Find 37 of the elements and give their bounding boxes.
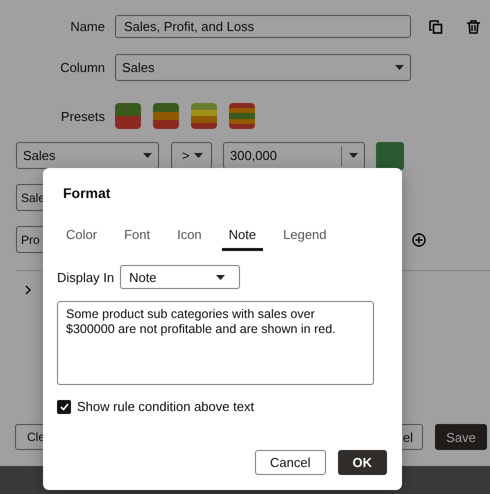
page-button[interactable]: Save <box>435 424 487 450</box>
dialog-title: Format <box>63 185 112 201</box>
dialog-button[interactable]: Cancel <box>255 450 326 475</box>
delete-icon[interactable] <box>467 20 480 34</box>
field-label: Column <box>59 60 105 75</box>
caret-icon <box>194 153 203 158</box>
tab[interactable]: Icon <box>170 227 209 251</box>
color-swatch[interactable] <box>376 142 404 170</box>
name-field[interactable]: Sales, Profit, and Loss <box>115 15 411 38</box>
chevron-right-icon[interactable] <box>25 285 31 295</box>
dialog-button[interactable]: OK <box>338 450 387 475</box>
tab[interactable]: Note <box>222 227 264 251</box>
preset-swatch[interactable] <box>229 103 255 129</box>
display-in-select[interactable]: Note <box>120 265 240 289</box>
preset-swatch[interactable] <box>191 103 217 129</box>
tab[interactable]: Font <box>117 227 158 251</box>
value-combobox[interactable]: 300,000 <box>223 142 365 169</box>
check-icon <box>60 402 68 410</box>
caret-icon <box>216 274 226 280</box>
caret-icon <box>143 153 152 158</box>
checkbox-label: Show rule condition above text <box>77 399 254 414</box>
caret-icon <box>349 153 358 158</box>
column-select[interactable]: Sales <box>115 54 411 81</box>
caret-icon <box>395 65 404 70</box>
add-icon[interactable] <box>412 233 426 247</box>
field-label: Display In <box>57 270 114 284</box>
preset-swatch[interactable] <box>115 103 141 129</box>
copy-icon[interactable] <box>429 20 443 34</box>
operator-select[interactable]: > <box>171 142 212 169</box>
field-label: Presets <box>60 108 105 124</box>
column-select[interactable]: Sales <box>16 142 159 169</box>
field-label: Name <box>69 19 105 34</box>
checkbox[interactable] <box>57 400 71 414</box>
note-textarea[interactable]: Some product sub categories with sales over $300000 are not profitable and are shown in red. <box>57 301 374 385</box>
tab[interactable]: Color <box>59 227 104 251</box>
tab[interactable]: Legend <box>276 227 334 251</box>
preset-swatch[interactable] <box>153 103 179 129</box>
